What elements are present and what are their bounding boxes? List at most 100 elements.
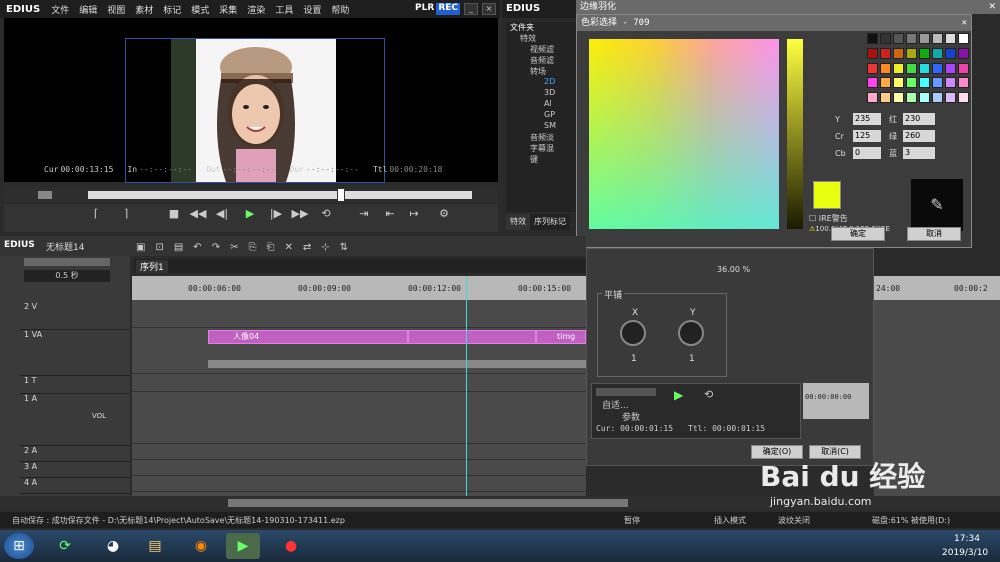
color-swatch[interactable] xyxy=(932,77,943,89)
color-swatch[interactable] xyxy=(919,77,930,89)
minimize-icon[interactable]: _ xyxy=(464,3,478,15)
step-back-icon[interactable]: ◀| xyxy=(212,204,232,224)
fast-forward-icon[interactable]: ▶▶ xyxy=(290,204,310,224)
lane-1t[interactable] xyxy=(132,374,586,392)
color-swatch[interactable] xyxy=(880,62,891,74)
rec-mode[interactable]: REC xyxy=(436,3,460,15)
color-swatch[interactable] xyxy=(880,77,891,89)
timeline-ruler-right[interactable]: 24:00 00:00:2 xyxy=(874,276,1000,300)
tree-item-transitions[interactable]: 转场 xyxy=(506,66,578,77)
tree-item-3d[interactable]: 3D xyxy=(506,88,578,99)
overwrite-icon[interactable]: ⇤ xyxy=(380,204,400,224)
scrub-handle[interactable] xyxy=(38,191,52,199)
cr-field[interactable]: 125 xyxy=(853,130,881,142)
menu-tools[interactable]: 工具 xyxy=(270,3,298,16)
tree-item-alpha[interactable]: Al xyxy=(506,99,578,110)
color-swatch[interactable] xyxy=(893,47,904,59)
sync-icon[interactable]: ⇅ xyxy=(340,242,348,253)
color-swatch[interactable] xyxy=(919,33,930,44)
lane-4a[interactable] xyxy=(132,476,586,492)
menu-clip[interactable]: 素材 xyxy=(130,3,158,16)
track-2v[interactable]: 2 V xyxy=(20,302,130,330)
color-swatch[interactable] xyxy=(867,77,878,89)
outer-close-icon[interactable]: ✕ xyxy=(988,0,996,14)
tab-sequence-markers[interactable]: 序列标记 xyxy=(530,214,570,230)
add-cut-icon[interactable]: ⊹ xyxy=(321,242,329,253)
color-field[interactable] xyxy=(589,39,779,229)
luminance-slider[interactable] xyxy=(787,39,803,229)
menu-settings[interactable]: 设置 xyxy=(298,3,326,16)
color-swatch[interactable] xyxy=(906,92,917,104)
insert-icon[interactable]: ⇥ xyxy=(354,204,374,224)
color-swatch[interactable] xyxy=(893,62,904,74)
copy-icon[interactable]: ⎘ xyxy=(248,242,256,253)
timeline-playhead[interactable] xyxy=(466,276,467,496)
rewind-icon[interactable]: ◀◀ xyxy=(188,204,208,224)
tree-item-video-filter[interactable]: 视频滤 xyxy=(506,44,578,55)
color-swatch[interactable] xyxy=(945,62,956,74)
color-cancel-button[interactable]: 取消 xyxy=(907,227,961,241)
scrub-track[interactable] xyxy=(88,191,472,199)
menu-view[interactable]: 视图 xyxy=(102,3,130,16)
color-swatch[interactable] xyxy=(945,77,956,89)
tab-effects[interactable]: 特效 xyxy=(506,214,530,230)
tree-item-audio-filter[interactable]: 音频滤 xyxy=(506,55,578,66)
menu-capture[interactable]: 采集 xyxy=(214,3,242,16)
color-swatch[interactable] xyxy=(880,47,891,59)
color-swatch[interactable] xyxy=(958,47,969,59)
transition-region[interactable] xyxy=(408,330,536,344)
replace-icon[interactable]: ↦ xyxy=(404,204,424,224)
g-field[interactable]: 260 xyxy=(903,130,935,142)
color-swatch[interactable] xyxy=(945,33,956,44)
open-icon[interactable]: ⊡ xyxy=(155,242,163,253)
timeline-ruler[interactable]: 00:00:06:00 00:00:09:00 00:00:12:00 00:0… xyxy=(132,276,586,300)
mini-loop-icon[interactable]: ⟲ xyxy=(704,388,713,401)
save-icon[interactable]: ▤ xyxy=(174,242,183,253)
explorer-icon[interactable]: ▤ xyxy=(138,533,172,559)
track-1va[interactable]: 1 VA xyxy=(20,330,130,376)
color-swatch[interactable] xyxy=(893,92,904,104)
delete-icon[interactable]: ✕ xyxy=(284,242,292,253)
ripple-icon[interactable]: ⇄ xyxy=(303,242,311,253)
play-icon[interactable]: ▶ xyxy=(240,204,260,224)
record-icon[interactable]: ● xyxy=(274,533,308,559)
color-swatch[interactable] xyxy=(919,62,930,74)
ire-warning[interactable]: ☐ IRE警告 xyxy=(809,213,848,224)
menu-edit[interactable]: 编辑 xyxy=(74,3,102,16)
tree-item-title-mix[interactable]: 字幕混 xyxy=(506,143,578,154)
color-swatch[interactable] xyxy=(867,62,878,74)
lane-3a[interactable] xyxy=(132,460,586,476)
plr-mode[interactable]: PLR xyxy=(415,3,434,15)
color-swatch[interactable] xyxy=(958,77,969,89)
color-swatch[interactable] xyxy=(932,62,943,74)
zoom-slider[interactable] xyxy=(24,258,110,266)
track-4a[interactable]: 4 A xyxy=(20,478,130,494)
zoom-level[interactable]: 0.5 秒 xyxy=(24,270,110,282)
start-button-icon[interactable]: ⊞ xyxy=(4,533,34,559)
menu-render[interactable]: 渲染 xyxy=(242,3,270,16)
lane-1va[interactable]: 人像04 timg xyxy=(132,328,586,374)
edius-taskbar-icon[interactable]: ▶ xyxy=(226,533,260,559)
timeline-scroll-thumb[interactable] xyxy=(228,499,628,507)
x-knob[interactable] xyxy=(620,320,646,346)
tab-sequence1[interactable]: 序列1 xyxy=(136,260,168,273)
color-swatch[interactable] xyxy=(945,47,956,59)
tree-item-keys[interactable]: 键 xyxy=(506,154,578,165)
qq-icon[interactable]: ◕ xyxy=(96,533,130,559)
options-icon[interactable]: ⚙ xyxy=(434,204,454,224)
menu-file[interactable]: 文件 xyxy=(46,3,74,16)
color-swatch[interactable] xyxy=(880,33,891,44)
track-1t[interactable]: 1 T xyxy=(20,376,130,394)
track-3a[interactable]: 3 A xyxy=(20,462,130,478)
color-swatch[interactable] xyxy=(945,92,956,104)
clip-portrait04[interactable]: 人像04 xyxy=(208,330,408,344)
color-swatch[interactable] xyxy=(919,92,930,104)
lane-2v[interactable] xyxy=(132,300,586,328)
color-swatch[interactable] xyxy=(958,62,969,74)
eyedropper-icon[interactable]: ✎ xyxy=(911,179,963,231)
loop-icon[interactable]: ⟲ xyxy=(316,204,336,224)
color-swatch[interactable] xyxy=(958,92,969,104)
color-swatch[interactable] xyxy=(893,33,904,44)
color-swatch[interactable] xyxy=(867,47,878,59)
color-swatch[interactable] xyxy=(958,33,969,44)
